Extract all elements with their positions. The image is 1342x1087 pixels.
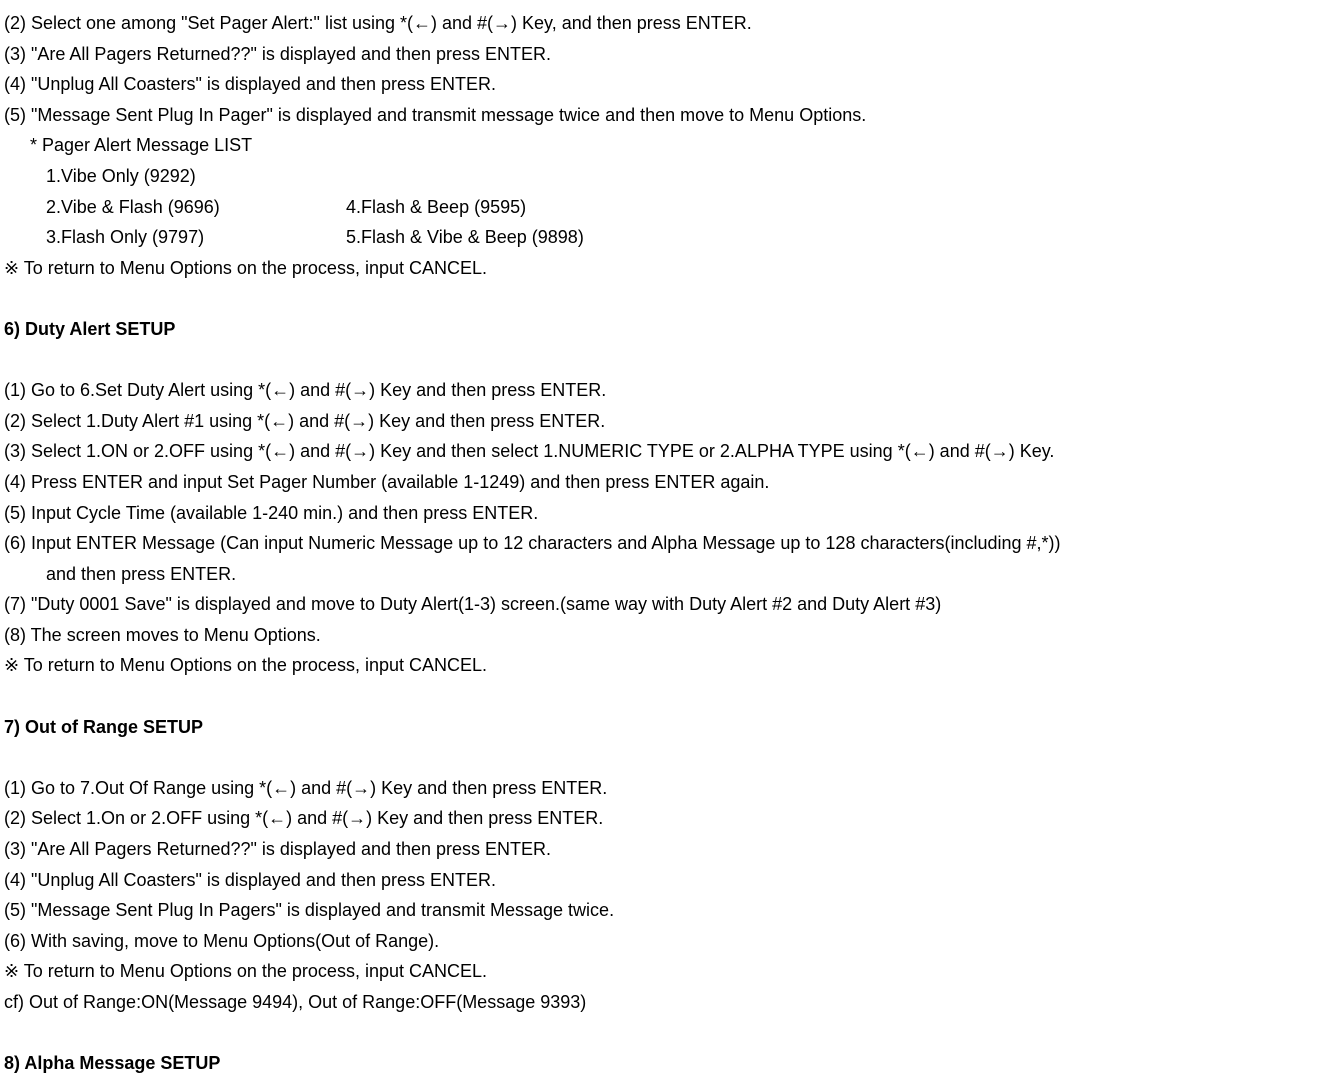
pager-alert-item-4: 4.Flash & Beep (9595) [346,192,1338,223]
step-6-1: (1) Go to 6.Set Duty Alert using *(←) an… [4,375,1338,406]
blank-line [4,283,1338,314]
step-5-3: (3) "Are All Pagers Returned??" is displ… [4,39,1338,70]
step-7-3: (3) "Are All Pagers Returned??" is displ… [4,834,1338,865]
heading-duty-alert-setup: 6) Duty Alert SETUP [4,314,1338,345]
step-7-1: (1) Go to 7.Out Of Range using *(←) and … [4,773,1338,804]
step-6-6b: and then press ENTER. [4,559,1338,590]
blank-line [4,742,1338,773]
pager-alert-row-2-4: 2.Vibe & Flash (9696) 4.Flash & Beep (95… [4,192,1338,223]
pager-alert-item-5: 5.Flash & Vibe & Beep (9898) [346,222,1338,253]
section7-note: ※ To return to Menu Options on the proce… [4,956,1338,987]
step-6-7: (7) "Duty 0001 Save" is displayed and mo… [4,589,1338,620]
heading-out-of-range-setup: 7) Out of Range SETUP [4,712,1338,743]
blank-line [4,681,1338,712]
step-6-8: (8) The screen moves to Menu Options. [4,620,1338,651]
step-6-6a: (6) Input ENTER Message (Can input Numer… [4,528,1338,559]
step-5-5: (5) "Message Sent Plug In Pager" is disp… [4,100,1338,131]
step-6-3: (3) Select 1.ON or 2.OFF using *(←) and … [4,436,1338,467]
step-7-6: (6) With saving, move to Menu Options(Ou… [4,926,1338,957]
pager-alert-item-3: 3.Flash Only (9797) [46,222,346,253]
step-6-5: (5) Input Cycle Time (available 1-240 mi… [4,498,1338,529]
section6-note: ※ To return to Menu Options on the proce… [4,650,1338,681]
step-7-5: (5) "Message Sent Plug In Pagers" is dis… [4,895,1338,926]
step-6-2: (2) Select 1.Duty Alert #1 using *(←) an… [4,406,1338,437]
step-5-2: (2) Select one among "Set Pager Alert:" … [4,8,1338,39]
pager-alert-item-1: 1.Vibe Only (9292) [4,161,1338,192]
pager-alert-row-3-5: 3.Flash Only (9797) 5.Flash & Vibe & Bee… [4,222,1338,253]
step-7-4: (4) "Unplug All Coasters" is displayed a… [4,865,1338,896]
pager-alert-item-2: 2.Vibe & Flash (9696) [46,192,346,223]
section5-note: ※ To return to Menu Options on the proce… [4,253,1338,284]
blank-line [4,345,1338,376]
step-6-4: (4) Press ENTER and input Set Pager Numb… [4,467,1338,498]
pager-alert-list-header: * Pager Alert Message LIST [4,130,1338,161]
section7-cf: cf) Out of Range:ON(Message 9494), Out o… [4,987,1338,1018]
blank-line [4,1018,1338,1049]
step-7-2: (2) Select 1.On or 2.OFF using *(←) and … [4,803,1338,834]
step-5-4: (4) "Unplug All Coasters" is displayed a… [4,69,1338,100]
heading-alpha-message-setup: 8) Alpha Message SETUP [4,1048,1338,1079]
